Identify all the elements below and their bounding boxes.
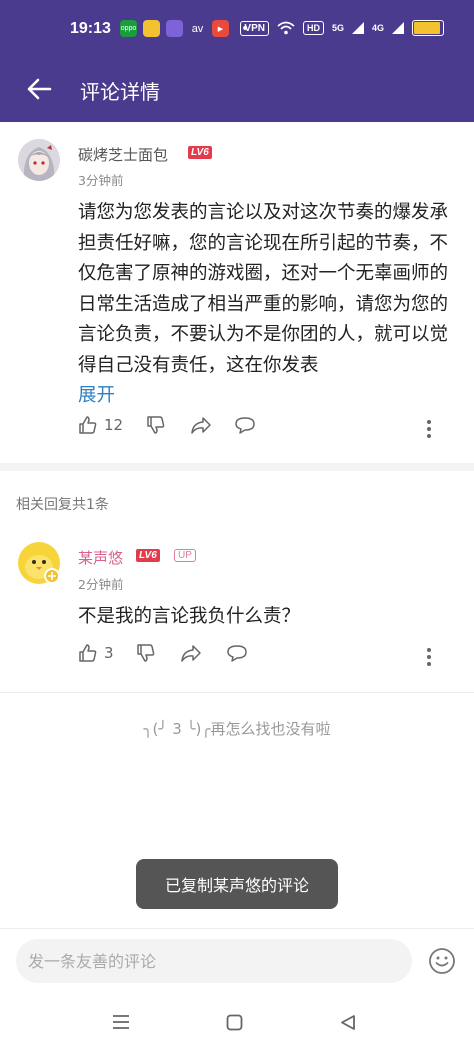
- comment-text: 请您为您发表的言论以及对这次节奏的爆发承担责任好嘛，您的言论现在所引起的节奏，不…: [78, 198, 456, 412]
- dislike-button[interactable]: [146, 415, 166, 435]
- more-vertical-icon[interactable]: [426, 419, 432, 439]
- status-bar: 19:13 oppo av ▶ • VPN HD 5G 4G: [0, 0, 474, 58]
- divider: [0, 692, 474, 693]
- thumbs-up-icon: [79, 644, 97, 662]
- avatar-yellow-chick-icon: [18, 542, 60, 584]
- reply-like-button[interactable]: 3: [78, 643, 114, 663]
- menu-icon[interactable]: [112, 1014, 130, 1030]
- notification-icons: oppo av ▶ •: [120, 20, 249, 37]
- page-title: 评论详情: [80, 80, 160, 104]
- main-comment: 碳烤芝士面包 LV6 3分钟前 请您为您发表的言论以及对这次节奏的爆发承担责任好…: [0, 122, 474, 462]
- av-icon: av: [191, 22, 204, 35]
- reply-dislike-button[interactable]: [136, 643, 156, 663]
- share-arrow-icon: [191, 417, 211, 434]
- reply-time: 2分钟前: [78, 577, 124, 592]
- comment-bubble-icon: [227, 645, 247, 662]
- purple-app-icon: [166, 20, 183, 37]
- end-of-list-text: ╮(╯ 3 ╰)╭再怎么找也没有啦: [143, 720, 331, 738]
- battery-icon: [412, 20, 444, 36]
- replies-count-label: 相关回复共1条: [16, 497, 109, 513]
- avatar-girl-icon: [18, 139, 60, 181]
- reply-like-count: 3: [104, 644, 114, 662]
- share-arrow-icon: [181, 645, 201, 662]
- comment-actions: 12: [0, 415, 474, 443]
- section-divider: [0, 463, 474, 471]
- comment-time: 3分钟前: [78, 173, 124, 188]
- share-button[interactable]: [190, 415, 212, 435]
- header: 评论详情: [0, 58, 474, 122]
- level-badge: LV6: [188, 146, 212, 159]
- signal-5g-icon: 5G: [331, 23, 344, 33]
- username[interactable]: 碳烤芝士面包: [78, 144, 168, 165]
- reply-share-button[interactable]: [180, 643, 202, 663]
- system-nav-bar: [0, 994, 474, 1052]
- comment-input[interactable]: [16, 939, 412, 983]
- signal-4g-icon: 4G: [371, 23, 384, 33]
- signal-bars-icon-2: [392, 22, 404, 34]
- reply-comment: 某声悠 LV6 UP 2分钟前 不是我的言论我负什么责？ 3: [0, 530, 474, 690]
- thumbs-up-icon: [79, 416, 97, 434]
- emoji-icon[interactable]: [428, 947, 456, 975]
- back-arrow-icon[interactable]: [26, 76, 52, 102]
- oppo-app-icon: oppo: [120, 20, 137, 37]
- like-count: 12: [104, 416, 124, 434]
- reply-text: 不是我的言论我负什么责？: [78, 606, 301, 627]
- reply-avatar[interactable]: [18, 542, 60, 584]
- comment-input-bar: [0, 928, 474, 995]
- thumbs-down-icon: [137, 644, 155, 662]
- up-badge: UP: [174, 549, 196, 562]
- reply-actions: 3: [0, 643, 474, 671]
- red-video-app-icon: ▶: [212, 20, 229, 37]
- comment-bubble-icon: [235, 417, 255, 434]
- reply-button[interactable]: [234, 415, 256, 435]
- back-triangle-icon[interactable]: [340, 1014, 356, 1031]
- status-time: 19:13: [70, 20, 111, 37]
- thumbs-down-icon: [147, 416, 165, 434]
- vpn-badge: VPN: [240, 20, 269, 36]
- system-icons: VPN HD 5G 4G: [240, 20, 444, 36]
- reply-reply-button[interactable]: [226, 643, 248, 663]
- comment-body: 请您为您发表的言论以及对这次节奏的爆发承担责任好嘛，您的言论现在所引起的节奏，不…: [78, 202, 449, 376]
- reply-level-badge: LV6: [136, 549, 160, 562]
- expand-link[interactable]: 展开: [78, 385, 115, 406]
- avatar[interactable]: [18, 139, 60, 181]
- yellow-app-icon: [143, 20, 160, 37]
- reply-more-vertical-icon[interactable]: [426, 647, 432, 667]
- like-button[interactable]: 12: [78, 415, 123, 435]
- signal-bars-icon: [351, 22, 364, 34]
- reply-username[interactable]: 某声悠: [78, 547, 123, 568]
- hd-badge: HD: [302, 21, 324, 35]
- toast-message: 已复制某声悠的评论: [136, 859, 338, 909]
- wifi-icon: [277, 21, 295, 35]
- home-square-icon[interactable]: [226, 1014, 243, 1031]
